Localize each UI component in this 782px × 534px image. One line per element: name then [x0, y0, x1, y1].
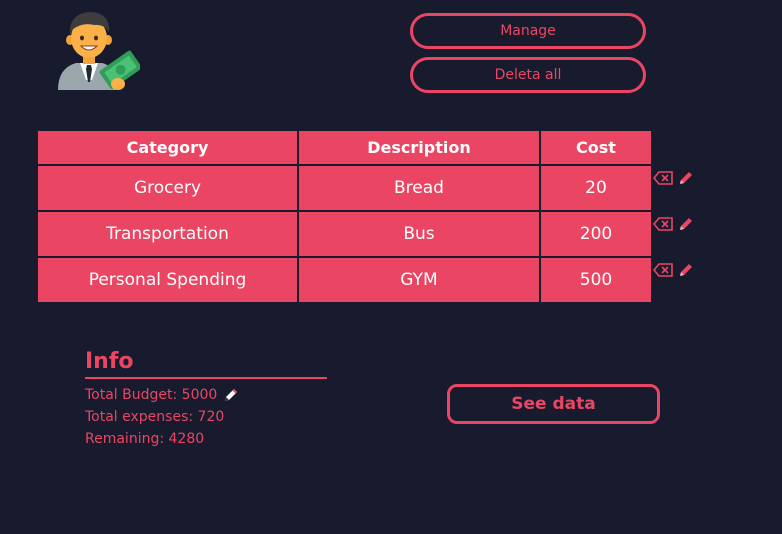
- info-panel: Info Total Budget: 5000 Total expenses: …: [85, 348, 327, 450]
- delete-icon[interactable]: [653, 170, 673, 186]
- column-header-description: Description: [299, 131, 539, 164]
- total-expenses-line: Total expenses: 720: [85, 409, 225, 425]
- column-header-cost: Cost: [541, 131, 651, 164]
- row-actions: [653, 170, 696, 186]
- total-budget-line: Total Budget: 5000: [85, 384, 327, 406]
- description-cell: Bus: [299, 212, 539, 256]
- delete-icon[interactable]: [653, 216, 673, 232]
- cost-cell: 20: [541, 166, 651, 210]
- category-cell: Personal Spending: [38, 258, 297, 302]
- row-actions: [653, 262, 696, 278]
- category-cell: Grocery: [38, 166, 297, 210]
- edit-pencil-icon[interactable]: [676, 262, 696, 278]
- description-cell: Bread: [299, 166, 539, 210]
- cost-cell: 200: [541, 212, 651, 256]
- row-actions: [653, 216, 696, 232]
- category-cell: Transportation: [38, 212, 297, 256]
- description-cell: GYM: [299, 258, 539, 302]
- delete-icon[interactable]: [653, 262, 673, 278]
- column-header-category: Category: [38, 131, 297, 164]
- delete-all-button[interactable]: Deleta all: [410, 57, 646, 93]
- manage-button[interactable]: Manage: [410, 13, 646, 49]
- table-header-row: Category Description Cost: [38, 131, 651, 164]
- cost-cell: 500: [541, 258, 651, 302]
- see-data-button[interactable]: See data: [447, 384, 660, 424]
- table-row: Transportation Bus 200: [38, 212, 651, 256]
- pencil-icon[interactable]: [223, 387, 239, 403]
- expenses-table: Category Description Cost Grocery Bread …: [36, 129, 653, 304]
- total-budget-text: Total Budget: 5000: [85, 387, 218, 403]
- remaining-line: Remaining: 4280: [85, 431, 205, 447]
- budget-app: Manage Deleta all Category Description C…: [0, 0, 782, 534]
- edit-pencil-icon[interactable]: [676, 170, 696, 186]
- table-row: Personal Spending GYM 500: [38, 258, 651, 302]
- edit-pencil-icon[interactable]: [676, 216, 696, 232]
- table-row: Grocery Bread 20: [38, 166, 651, 210]
- businessman-avatar-icon: [54, 8, 142, 94]
- info-title: Info: [85, 348, 327, 379]
